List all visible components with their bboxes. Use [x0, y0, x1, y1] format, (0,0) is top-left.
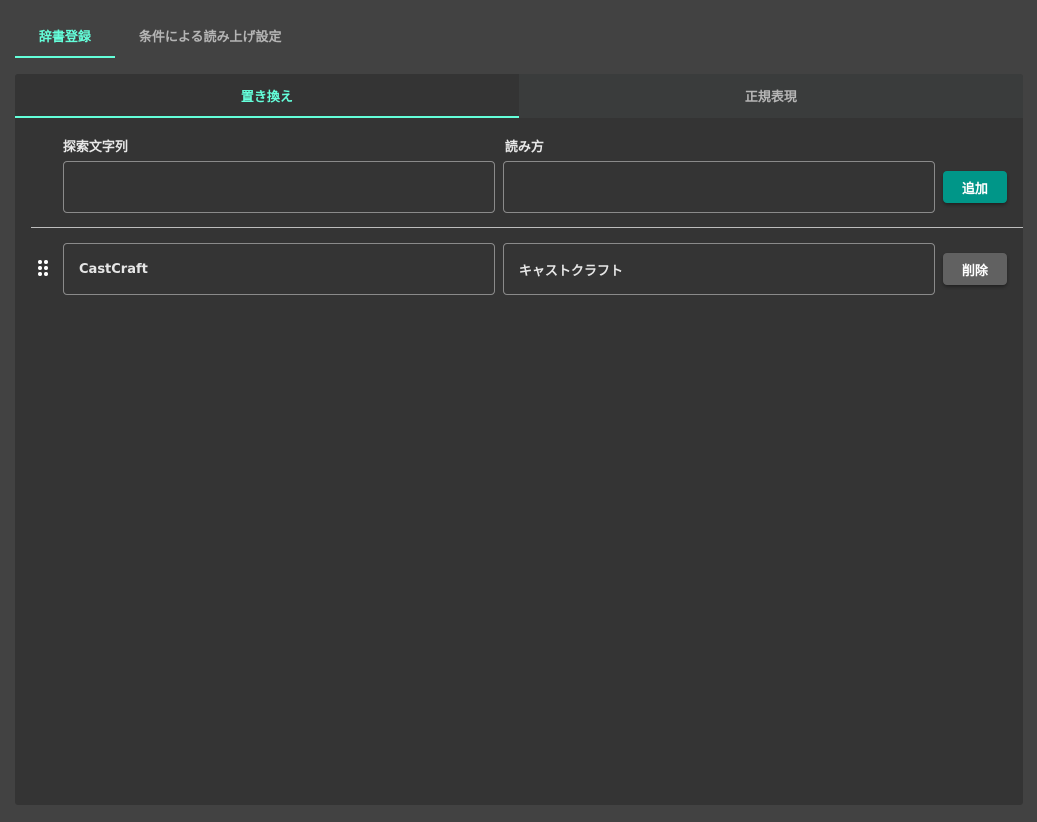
- tab-conditional-reading[interactable]: 条件による読み上げ設定: [115, 14, 306, 58]
- top-tab-bar: 辞書登録 条件による読み上げ設定: [15, 14, 306, 58]
- tab-replace[interactable]: 置き換え: [15, 74, 519, 118]
- reading-label: 読み方: [505, 140, 545, 155]
- sub-tab-bar: 置き換え 正規表現: [15, 74, 1023, 118]
- reading-input[interactable]: [503, 161, 935, 213]
- dictionary-panel: 置き換え 正規表現 探索文字列 読み方 追加 CastCraft キャストクラフ…: [15, 74, 1023, 805]
- entry-search-field[interactable]: CastCraft: [63, 243, 495, 295]
- drag-handle-icon[interactable]: [37, 259, 49, 277]
- entry-reading-field[interactable]: キャストクラフト: [503, 243, 935, 295]
- add-button[interactable]: 追加: [943, 171, 1007, 203]
- divider: [31, 227, 1023, 228]
- tab-regex[interactable]: 正規表現: [519, 74, 1023, 118]
- search-string-label: 探索文字列: [63, 140, 129, 155]
- delete-button[interactable]: 削除: [943, 253, 1007, 285]
- tab-dictionary[interactable]: 辞書登録: [15, 14, 116, 58]
- search-string-input[interactable]: [63, 161, 495, 213]
